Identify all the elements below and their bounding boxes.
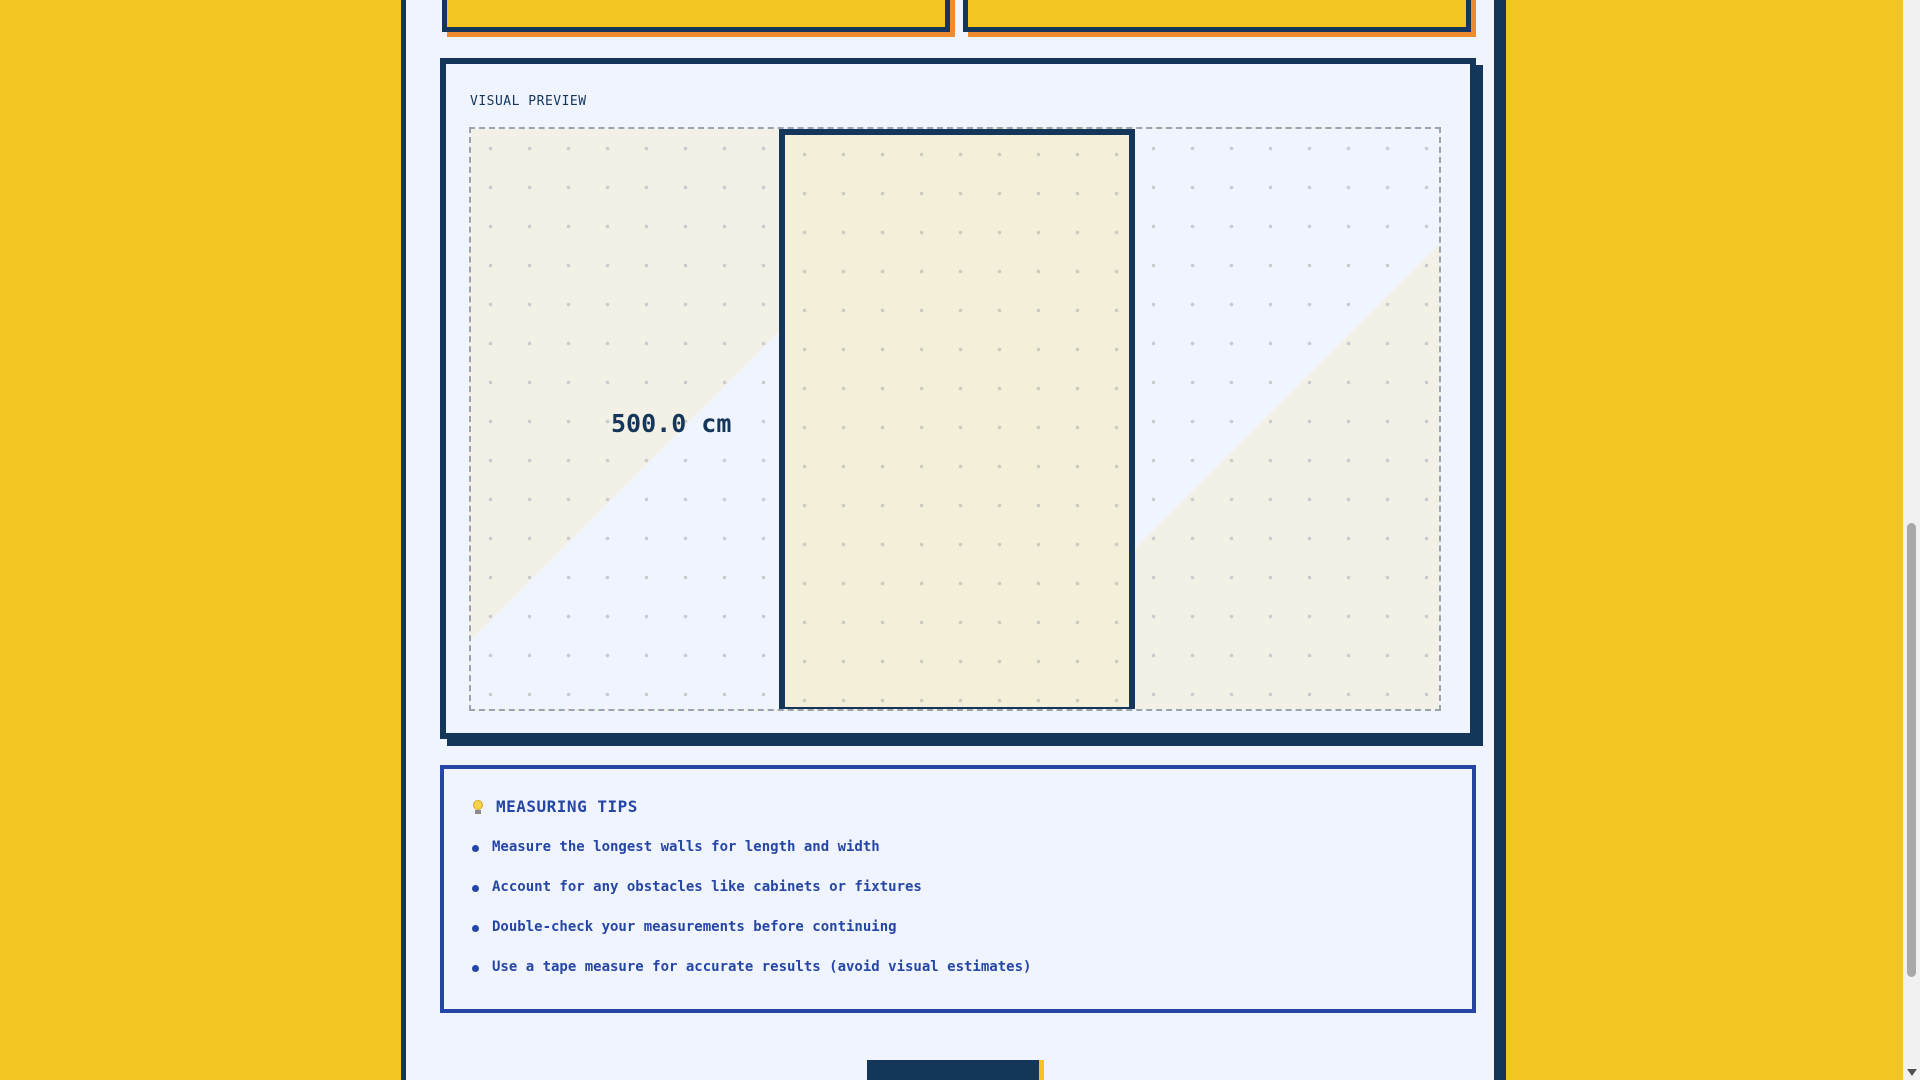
tip-text: Account for any obstacles like cabinets … <box>492 879 922 895</box>
lightbulb-icon <box>472 799 484 814</box>
bullet-icon <box>472 925 479 932</box>
tip-item: Measure the longest walls for length and… <box>472 839 1031 879</box>
tips-header: MEASURING TIPS <box>472 797 638 816</box>
dimension-card-length[interactable] <box>442 0 950 32</box>
tips-list: Measure the longest walls for length and… <box>472 839 1031 999</box>
dimension-card-width[interactable] <box>963 0 1471 32</box>
tip-text: Measure the longest walls for length and… <box>492 839 880 855</box>
tips-title: MEASURING TIPS <box>496 797 638 816</box>
bullet-icon <box>472 845 479 852</box>
dimension-label: 500.0 cm <box>611 409 732 438</box>
scrollbar-thumb[interactable] <box>1907 523 1916 977</box>
page-scrollbar[interactable] <box>1903 0 1920 1080</box>
visual-preview-card: VISUAL PREVIEW 500.0 cm <box>440 58 1476 739</box>
bullet-icon <box>472 965 479 972</box>
tip-text: Double-check your measurements before co… <box>492 919 897 935</box>
measuring-tips-card: MEASURING TIPS Measure the longest walls… <box>440 765 1476 1013</box>
tip-item: Account for any obstacles like cabinets … <box>472 879 1031 919</box>
scroll-down-arrow-icon[interactable] <box>1907 1069 1917 1076</box>
continue-button[interactable] <box>867 1060 1039 1080</box>
tip-text: Use a tape measure for accurate results … <box>492 959 1032 975</box>
bullet-icon <box>472 885 479 892</box>
room-shape <box>779 129 1135 709</box>
tip-item: Use a tape measure for accurate results … <box>472 959 1031 999</box>
tip-item: Double-check your measurements before co… <box>472 919 1031 959</box>
visual-preview-label: VISUAL PREVIEW <box>470 94 587 109</box>
preview-canvas: 500.0 cm <box>469 127 1441 711</box>
main-panel: VISUAL PREVIEW 500.0 cm MEASURING TIPS M… <box>401 0 1506 1080</box>
